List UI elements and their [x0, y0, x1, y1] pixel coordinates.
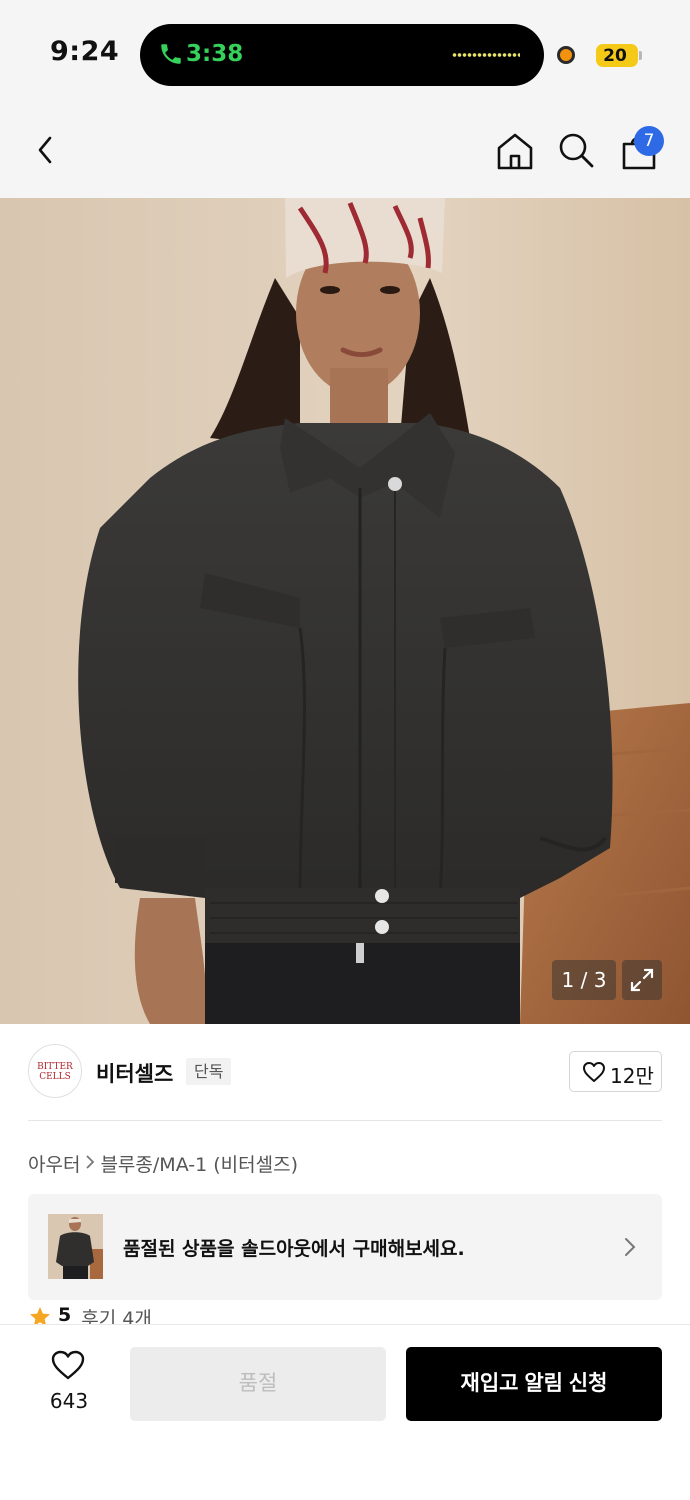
- heart-icon: [583, 1062, 605, 1082]
- breadcrumb-subcategory[interactable]: 블루종/MA-1 (비터셀즈): [100, 1150, 298, 1177]
- product-image[interactable]: [0, 198, 690, 1024]
- battery-icon: 20: [596, 44, 638, 67]
- brand-name[interactable]: 비터셀즈: [96, 1058, 173, 1088]
- expand-image-button[interactable]: [622, 960, 662, 1000]
- back-icon: [38, 136, 52, 164]
- expand-icon: [630, 968, 654, 992]
- clock: 9:24: [50, 36, 120, 67]
- recording-indicator-icon: [557, 46, 575, 64]
- banner-thumbnail: [48, 1214, 103, 1279]
- home-button[interactable]: [494, 130, 536, 172]
- brand-like-button[interactable]: 12만: [569, 1051, 662, 1092]
- top-navigation: [0, 100, 690, 198]
- exclusive-badge: 단독: [186, 1058, 232, 1085]
- soldout-promo-banner[interactable]: 품절된 상품을 솔드아웃에서 구매해보세요.: [28, 1194, 662, 1300]
- section-divider: [28, 1120, 662, 1121]
- chevron-right-icon: [625, 1238, 636, 1256]
- breadcrumb-category[interactable]: 아우터: [28, 1150, 80, 1177]
- audio-waveform-icon: [452, 52, 520, 58]
- brand-like-count: 12만: [610, 1064, 654, 1088]
- rating-score: 5: [58, 1304, 72, 1326]
- call-indicator[interactable]: 3:38: [140, 24, 544, 86]
- wishlist-count: 643: [49, 1389, 89, 1413]
- soldout-button: 품절: [130, 1347, 386, 1421]
- call-duration: 3:38: [186, 41, 244, 67]
- battery-cap: [639, 51, 642, 60]
- brand-logo[interactable]: BITTER CELLS: [28, 1044, 82, 1098]
- search-icon: [559, 133, 594, 168]
- product-photo: [0, 198, 690, 1024]
- wishlist-button[interactable]: 643: [40, 1349, 98, 1419]
- restock-alert-button[interactable]: 재입고 알림 신청: [406, 1347, 662, 1421]
- banner-text: 품절된 상품을 솔드아웃에서 구매해보세요.: [123, 1238, 465, 1260]
- brand-logo-line2: CELLS: [39, 1072, 71, 1082]
- battery-level: 20: [603, 46, 627, 66]
- search-button[interactable]: [556, 130, 596, 172]
- cart-count-badge: 7: [634, 126, 664, 156]
- phone-icon: [161, 44, 181, 64]
- brand-logo-line1: BITTER: [37, 1062, 73, 1072]
- heart-icon: [51, 1350, 85, 1380]
- bottom-action-bar: 643 품절 재입고 알림 신청: [0, 1324, 690, 1500]
- status-bar: 9:24 3:38 20: [0, 0, 690, 100]
- chevron-right-icon: [80, 1153, 100, 1175]
- home-icon: [497, 133, 533, 170]
- image-page-counter: 1 / 3: [552, 960, 616, 1000]
- breadcrumb: 아우터 블루종/MA-1 (비터셀즈): [28, 1150, 298, 1177]
- back-button[interactable]: [30, 130, 66, 170]
